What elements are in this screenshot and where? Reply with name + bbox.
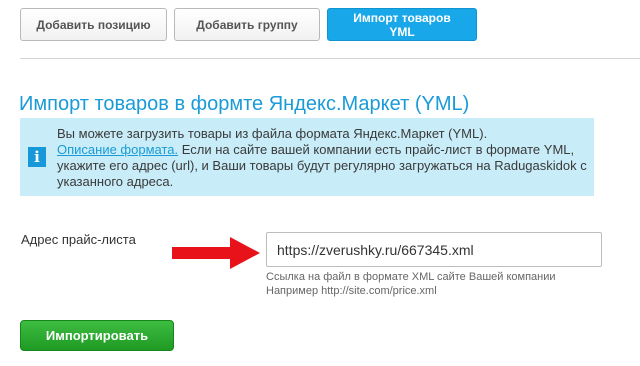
- info-line1: Вы можете загрузить товары из файла форм…: [57, 126, 488, 141]
- tab-add-position[interactable]: Добавить позицию: [20, 8, 167, 41]
- price-list-url-label: Адрес прайс-листа: [21, 232, 136, 247]
- page-title: Импорт товаров в формте Яндекс.Маркет (Y…: [19, 93, 470, 115]
- tab-bar: Добавить позицию Добавить группу Импорт …: [20, 8, 477, 41]
- info-text: Вы можете загрузить товары из файла форм…: [57, 126, 587, 190]
- arrow-icon: [172, 237, 260, 269]
- tab-add-group[interactable]: Добавить группу: [174, 8, 320, 41]
- price-list-url-input[interactable]: [266, 232, 602, 267]
- tab-import-yml[interactable]: Импорт товаров YML: [327, 8, 477, 41]
- info-box: i Вы можете загрузить товары из файла фо…: [20, 118, 594, 196]
- import-button[interactable]: Импортировать: [20, 320, 174, 351]
- url-hint-line1: Ссылка на файл в формате XML сайте Вашей…: [266, 271, 556, 283]
- info-icon: i: [28, 147, 46, 167]
- url-hint-line2: Например http://site.com/price.xml: [266, 285, 437, 297]
- url-hint: Ссылка на файл в формате XML сайте Вашей…: [266, 270, 556, 298]
- format-description-link[interactable]: Описание формата.: [57, 142, 178, 157]
- divider: [20, 58, 640, 59]
